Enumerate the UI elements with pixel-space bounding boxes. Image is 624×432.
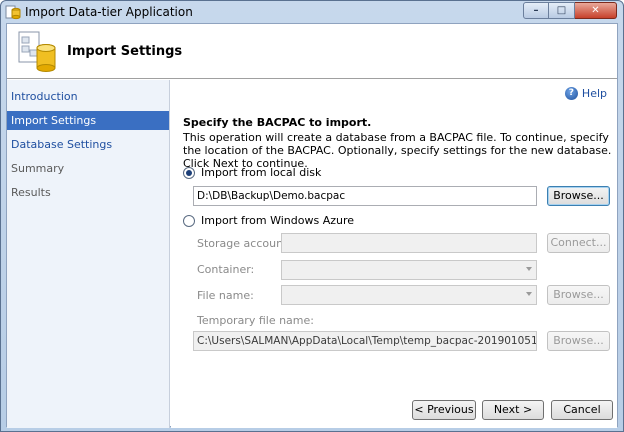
temp-file-input: C:\Users\SALMAN\AppData\Local\Temp\temp_…	[193, 331, 537, 351]
azure-radio[interactable]	[183, 214, 195, 227]
window-title: Import Data-tier Application	[25, 5, 193, 19]
maximize-button[interactable]: □	[549, 2, 575, 19]
section-description: This operation will create a database fr…	[183, 131, 612, 170]
settings-panel: ? Help Specify the BACPAC to import. Thi…	[171, 80, 617, 428]
nav-item-database-settings[interactable]: Database Settings	[7, 135, 169, 154]
local-disk-radio[interactable]	[183, 166, 195, 179]
title-bar[interactable]: Import Data-tier Application – □ ✕	[1, 1, 623, 23]
page-title: Import Settings	[67, 44, 183, 59]
cancel-button[interactable]: Cancel	[551, 400, 613, 420]
nav-item-results: Results	[11, 186, 51, 199]
help-label: Help	[581, 87, 607, 100]
storage-account-label: Storage account:	[197, 237, 292, 250]
azure-browse-button: Browse...	[547, 285, 610, 305]
minimize-button[interactable]: –	[523, 2, 549, 19]
help-icon: ?	[564, 87, 578, 100]
temp-file-label: Temporary file name:	[197, 314, 314, 327]
azure-radio-row[interactable]: Import from Windows Azure	[183, 214, 354, 227]
bacpac-path-input[interactable]: D:\DB\Backup\Demo.bacpac	[193, 186, 537, 206]
window-controls: – □ ✕	[523, 2, 617, 19]
local-disk-label: Import from local disk	[201, 166, 322, 179]
dialog-client: Import Settings Introduction Import Sett…	[6, 23, 618, 428]
page-header: Import Settings	[7, 24, 617, 79]
chevron-down-icon	[526, 292, 532, 296]
help-link[interactable]: ? Help	[564, 87, 607, 100]
previous-button[interactable]: < Previous	[412, 400, 476, 420]
temp-browse-button: Browse...	[547, 331, 610, 351]
container-select	[281, 260, 537, 280]
close-button[interactable]: ✕	[575, 2, 617, 19]
storage-account-input	[281, 233, 537, 253]
nav-item-import-settings[interactable]: Import Settings	[7, 111, 169, 130]
nav-item-introduction[interactable]: Introduction	[7, 87, 169, 106]
local-browse-button[interactable]: Browse...	[547, 186, 610, 206]
container-label: Container:	[197, 263, 255, 276]
app-icon	[5, 5, 21, 20]
connect-button: Connect...	[547, 233, 610, 253]
file-name-label: File name:	[197, 289, 254, 302]
section-title: Specify the BACPAC to import.	[183, 116, 372, 129]
file-name-select	[281, 285, 537, 305]
azure-label: Import from Windows Azure	[201, 214, 355, 227]
chevron-down-icon	[526, 267, 532, 271]
database-import-icon	[18, 31, 56, 72]
local-disk-radio-row[interactable]: Import from local disk	[183, 166, 321, 179]
wizard-nav: Introduction Import Settings Database Se…	[7, 80, 170, 428]
dialog-window: Import Data-tier Application – □ ✕ Impor…	[0, 0, 624, 432]
next-button[interactable]: Next >	[482, 400, 544, 420]
nav-item-summary: Summary	[11, 162, 65, 175]
